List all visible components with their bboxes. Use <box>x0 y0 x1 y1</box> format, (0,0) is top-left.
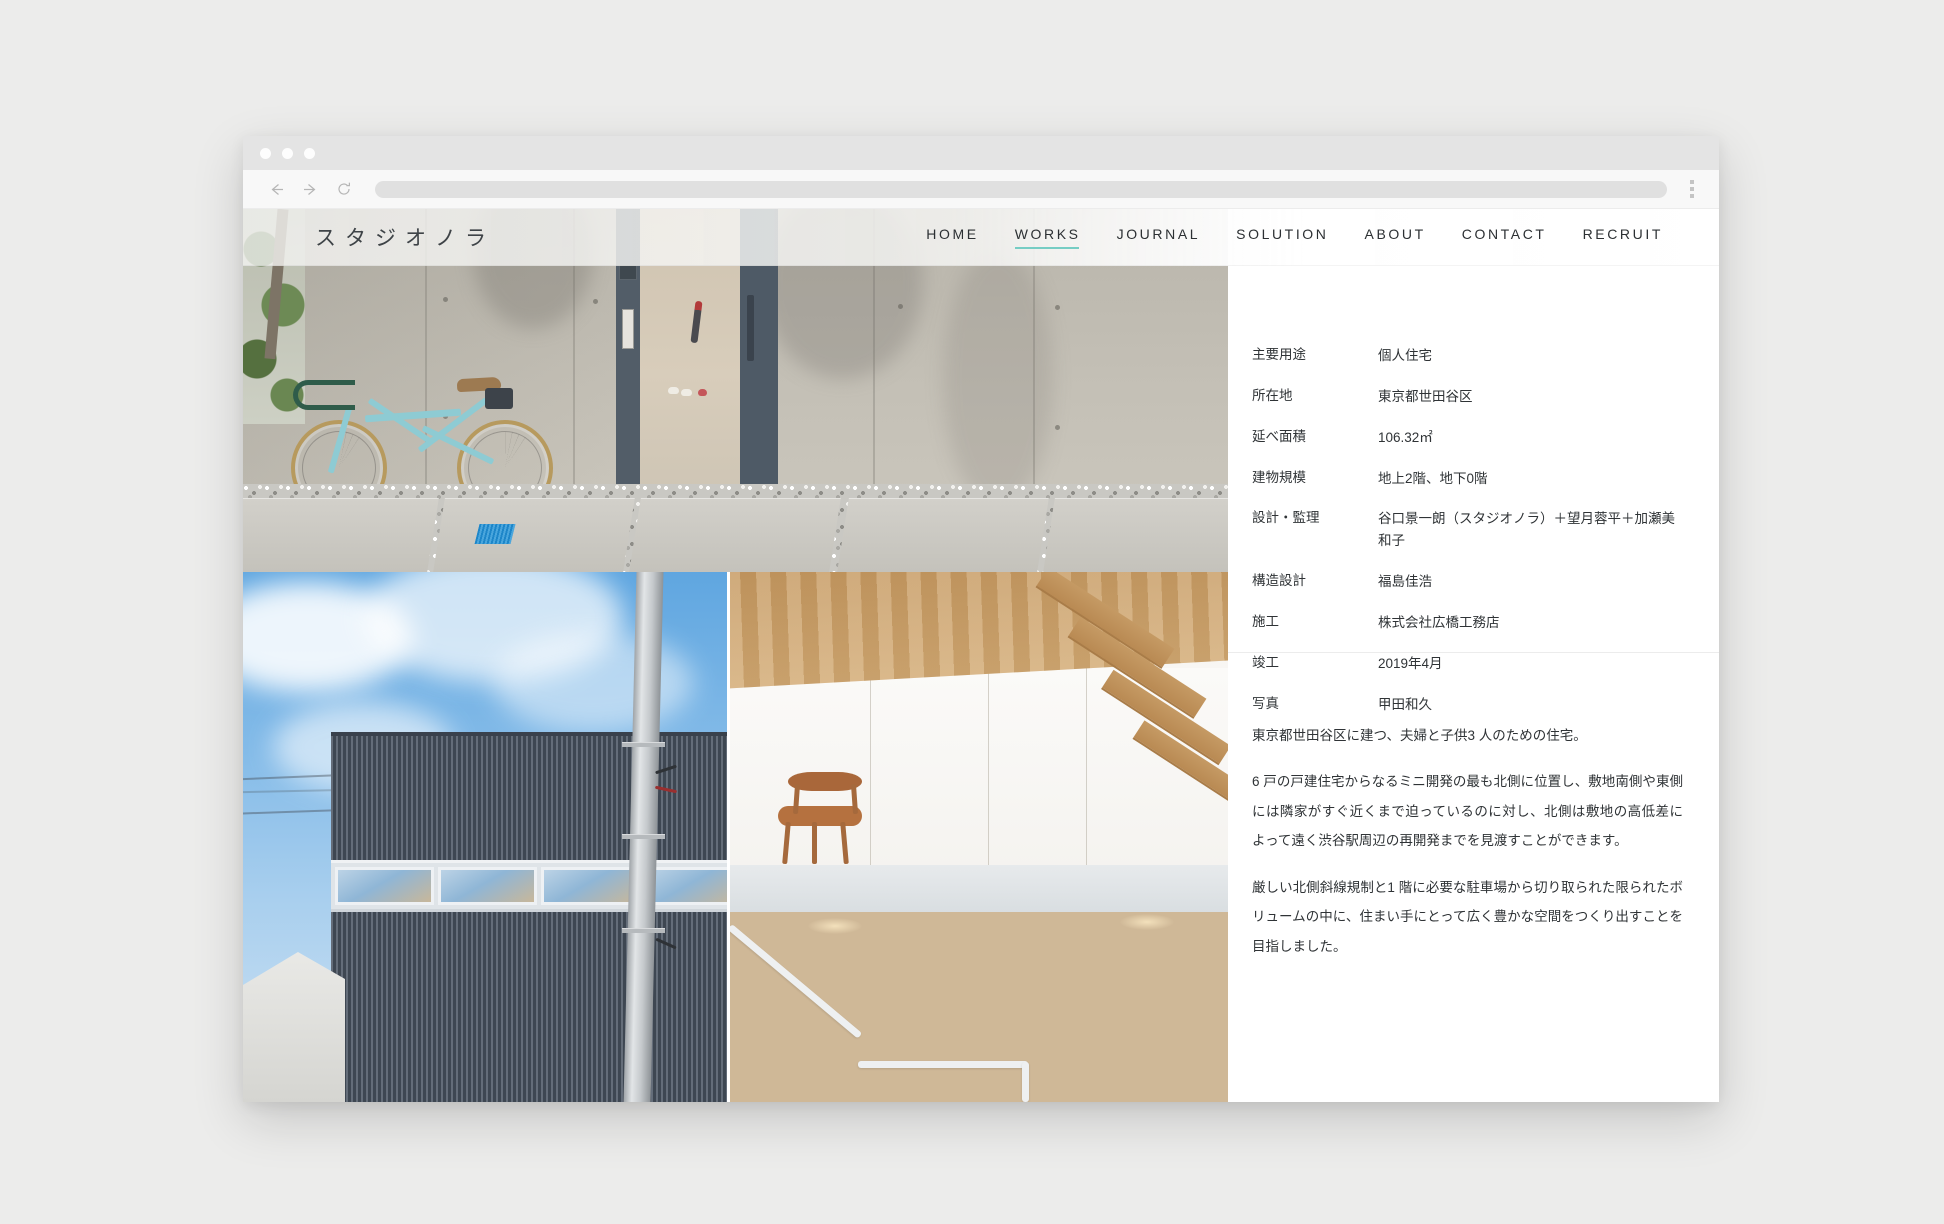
nav-item-home[interactable]: HOME <box>926 226 978 249</box>
browser-window: 主要用途 個人住宅 所在地 東京都世田谷区 延べ面積 106.32㎡ 建物規模 … <box>243 136 1719 1102</box>
spec-value: 2019年4月 <box>1378 655 1443 671</box>
lower-wood-wall <box>730 912 1228 1102</box>
maximize-window-button[interactable] <box>304 147 315 159</box>
spec-label: 建物規模 <box>1252 469 1306 485</box>
site-logo[interactable]: スタジオノラ <box>315 222 495 252</box>
spec-value: 福島佳浩 <box>1378 574 1432 590</box>
table-row: 写真 甲田和久 <box>1252 694 1679 716</box>
table-row: 施工 株式会社広橋工務店 <box>1252 612 1679 634</box>
ribbon-window <box>331 860 727 912</box>
drain-grate <box>474 524 516 544</box>
spec-label: 竣工 <box>1252 654 1279 670</box>
floor-slab <box>730 865 1228 912</box>
spec-label: 主要用途 <box>1252 347 1306 362</box>
nav-item-works[interactable]: WORKS <box>1014 226 1081 249</box>
arrow-right-icon[interactable] <box>293 172 327 206</box>
interior-stairwell-photo[interactable] <box>730 572 1228 1102</box>
nav-item-about[interactable]: ABOUT <box>1365 226 1426 249</box>
spec-value: 個人住宅 <box>1378 348 1432 363</box>
spec-value: 谷口景一朗（スタジオノラ）＋望月蓉平＋加瀬美和子 <box>1378 511 1675 549</box>
wooden-chair <box>774 772 866 865</box>
description-paragraph: 6 戸の戸建住宅からなるミニ開発の最も北側に位置し、敷地南側や東側には隣家がすぐ… <box>1252 774 1683 849</box>
spec-value: 東京都世田谷区 <box>1378 388 1473 404</box>
page-viewport: 主要用途 個人住宅 所在地 東京都世田谷区 延べ面積 106.32㎡ 建物規模 … <box>243 209 1719 1102</box>
address-bar[interactable] <box>375 180 1667 198</box>
nav-item-journal[interactable]: JOURNAL <box>1117 226 1201 249</box>
arrow-left-icon[interactable] <box>259 172 293 206</box>
exterior-facade-photo[interactable] <box>243 572 730 1102</box>
metal-facade <box>331 732 727 1102</box>
project-spec-table: 主要用途 個人住宅 所在地 東京都世田谷区 延べ面積 106.32㎡ 建物規模 … <box>1252 345 1679 735</box>
spec-value: 106.32㎡ <box>1378 429 1433 445</box>
project-description: 東京都世田谷区に建つ、夫婦と子供3 人のための住宅。 6 戸の戸建住宅からなるミ… <box>1252 721 1683 961</box>
nav-item-recruit[interactable]: RECRUIT <box>1583 226 1663 249</box>
close-window-button[interactable] <box>260 147 271 159</box>
description-paragraph: 厳しい北側斜線規制と1 階に必要な駐車場から切り取られた限られたボリュームの中に… <box>1252 879 1683 954</box>
spec-label: 延べ面積 <box>1252 428 1306 444</box>
page-content: 主要用途 個人住宅 所在地 東京都世田谷区 延べ面積 106.32㎡ 建物規模 … <box>243 209 1719 1102</box>
browser-toolbar <box>243 170 1719 209</box>
description-paragraph: 東京都世田谷区に建つ、夫婦と子供3 人のための住宅。 <box>1252 728 1587 743</box>
table-row: 構造設計 福島佳浩 <box>1252 571 1679 593</box>
project-gallery <box>243 209 1228 1102</box>
spec-label: 施工 <box>1252 614 1279 630</box>
kebab-menu-icon[interactable] <box>1679 172 1705 206</box>
table-row: 設計・監理 谷口景一朗（スタジオノラ）＋望月蓉平＋加瀬美和子 <box>1252 508 1679 552</box>
table-row: 竣工 2019年4月 <box>1252 653 1679 675</box>
nav-item-contact[interactable]: CONTACT <box>1462 226 1547 249</box>
spec-label: 所在地 <box>1252 387 1293 403</box>
spec-value: 株式会社広橋工務店 <box>1378 615 1500 631</box>
spec-value: 地上2階、地下0階 <box>1378 470 1488 486</box>
project-detail-panel: 主要用途 個人住宅 所在地 東京都世田谷区 延べ面積 106.32㎡ 建物規模 … <box>1228 209 1719 1102</box>
main-navigation: HOME WORKS JOURNAL SOLUTION ABOUT CONTAC… <box>926 226 1663 249</box>
table-row: 延べ面積 106.32㎡ <box>1252 427 1679 449</box>
section-divider <box>1228 652 1719 653</box>
spec-label: 写真 <box>1252 695 1279 711</box>
browser-titlebar <box>243 136 1719 170</box>
spec-value: 甲田和久 <box>1378 696 1432 712</box>
spec-label: 設計・監理 <box>1252 510 1320 526</box>
table-row: 主要用途 個人住宅 <box>1252 345 1679 367</box>
reload-icon[interactable] <box>327 172 361 206</box>
nav-item-solution[interactable]: SOLUTION <box>1236 226 1328 249</box>
site-header: スタジオノラ HOME WORKS JOURNAL SOLUTION ABOUT… <box>243 209 1719 266</box>
spec-label: 構造設計 <box>1252 573 1306 589</box>
table-row: 建物規模 地上2階、地下0階 <box>1252 468 1679 490</box>
table-row: 所在地 東京都世田谷区 <box>1252 386 1679 408</box>
minimize-window-button[interactable] <box>282 147 293 159</box>
gallery-bottom-row <box>243 572 1228 1102</box>
